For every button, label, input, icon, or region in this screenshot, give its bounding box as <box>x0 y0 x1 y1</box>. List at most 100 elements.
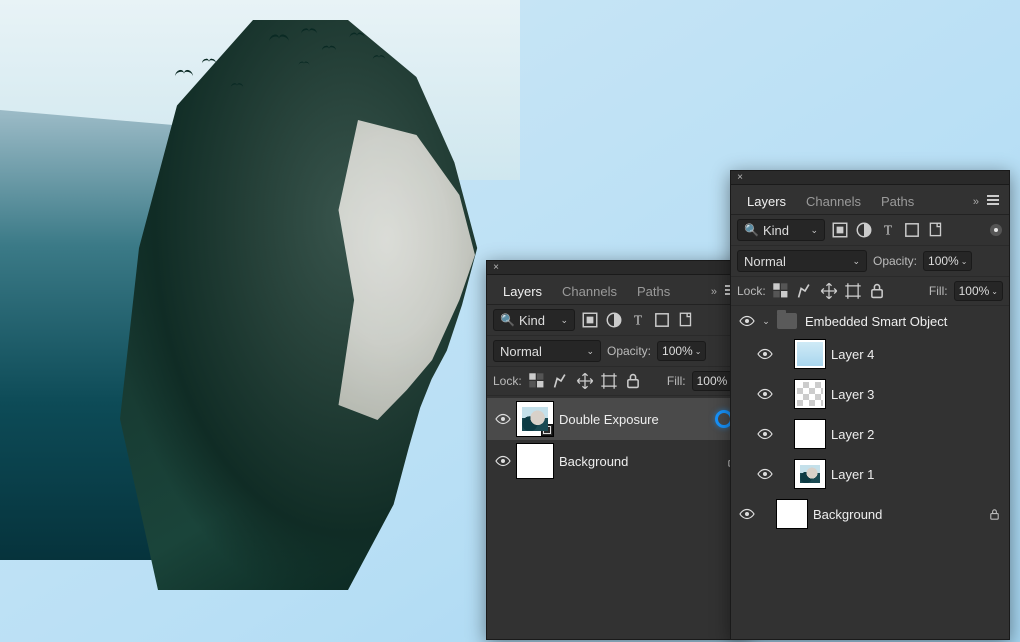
lock-transparency-icon[interactable] <box>528 372 546 390</box>
filter-kind-label: Kind <box>519 313 545 328</box>
blend-opacity-row: Normal ⌄ Opacity: 100% ⌄ <box>487 336 747 367</box>
filter-pixel-icon[interactable] <box>831 221 849 239</box>
filter-adjustment-icon[interactable] <box>605 311 623 329</box>
visibility-icon[interactable] <box>739 506 755 522</box>
layer-name[interactable]: Double Exposure <box>559 412 659 427</box>
filter-shape-icon[interactable] <box>903 221 921 239</box>
chevron-down-icon: ⌄ <box>560 315 568 326</box>
blend-opacity-row: Normal ⌄ Opacity: 100% ⌄ <box>731 246 1009 277</box>
filter-kind-dropdown[interactable]: 🔍 Kind ⌄ <box>493 309 575 331</box>
disclosure-icon[interactable]: ⌄ <box>761 316 771 327</box>
bird-icon <box>175 70 193 78</box>
layer-row[interactable]: Background <box>487 440 747 482</box>
tab-paths[interactable]: Paths <box>627 278 680 305</box>
lock-icon[interactable] <box>988 508 1001 521</box>
close-icon[interactable]: × <box>491 263 501 273</box>
chevron-down-icon: ⌄ <box>810 225 818 236</box>
filter-row: 🔍 Kind ⌄ T <box>731 215 1009 246</box>
tab-layers[interactable]: Layers <box>493 278 552 305</box>
close-icon[interactable]: × <box>735 173 745 183</box>
search-icon: 🔍 <box>744 223 759 237</box>
visibility-icon[interactable] <box>757 386 773 402</box>
filter-kind-dropdown[interactable]: 🔍 Kind ⌄ <box>737 219 825 241</box>
panel-titlebar[interactable]: × <box>731 171 1009 185</box>
collapse-chevrons-icon[interactable]: » <box>707 286 721 298</box>
filter-type-icon[interactable]: T <box>879 221 897 239</box>
bird-icon <box>202 59 216 65</box>
tab-layers[interactable]: Layers <box>737 188 796 215</box>
opacity-label: Opacity: <box>607 344 651 358</box>
layer-row[interactable]: Background <box>731 494 1009 534</box>
filter-adjustment-icon[interactable] <box>855 221 873 239</box>
layer-thumbnail[interactable] <box>777 500 807 528</box>
flyout-menu-icon[interactable] <box>983 195 1003 208</box>
panel-titlebar[interactable]: × <box>487 261 747 275</box>
layer-group-row[interactable]: ⌄ Embedded Smart Object <box>731 308 1009 334</box>
layer-name[interactable]: Background <box>559 454 628 469</box>
bird-icon <box>269 35 289 44</box>
layer-row[interactable]: Layer 1 <box>731 454 1009 494</box>
filter-type-icon[interactable]: T <box>629 311 647 329</box>
layer-name[interactable]: Background <box>813 507 882 522</box>
smart-object-badge-icon <box>541 424 553 436</box>
search-icon: 🔍 <box>500 313 515 327</box>
chevron-down-icon: ⌄ <box>852 256 860 267</box>
layers-panel-large: × Layers Channels Paths » 🔍 Kind ⌄ T Nor… <box>730 170 1010 640</box>
layer-thumbnail[interactable] <box>795 420 825 448</box>
layer-name[interactable]: Layer 2 <box>831 427 874 442</box>
fill-label: Fill: <box>929 284 948 298</box>
filter-toggle-icon[interactable] <box>989 223 1003 237</box>
filter-pixel-icon[interactable] <box>581 311 599 329</box>
chevron-down-icon: ⌄ <box>961 257 968 266</box>
lock-artboard-icon[interactable] <box>600 372 618 390</box>
canvas-artwork <box>0 0 520 642</box>
lock-pixels-icon[interactable] <box>796 282 814 300</box>
lock-all-icon[interactable] <box>868 282 886 300</box>
layer-name[interactable]: Layer 3 <box>831 387 874 402</box>
visibility-icon[interactable] <box>757 466 773 482</box>
tab-channels[interactable]: Channels <box>796 188 871 215</box>
layer-thumbnail[interactable] <box>795 380 825 408</box>
collapse-chevrons-icon[interactable]: » <box>969 196 983 208</box>
panel-tabs: Layers Channels Paths » <box>731 185 1009 215</box>
layer-row[interactable]: Double Exposure <box>487 398 747 440</box>
filter-smart-icon[interactable] <box>677 311 695 329</box>
chevron-down-icon: ⌄ <box>695 347 702 356</box>
opacity-field[interactable]: 100% ⌄ <box>923 251 972 271</box>
lock-pixels-icon[interactable] <box>552 372 570 390</box>
lock-artboard-icon[interactable] <box>844 282 862 300</box>
group-name[interactable]: Embedded Smart Object <box>805 314 947 329</box>
fill-label: Fill: <box>667 374 686 388</box>
lock-position-icon[interactable] <box>820 282 838 300</box>
layer-thumbnail[interactable] <box>795 340 825 368</box>
visibility-icon[interactable] <box>739 313 755 329</box>
layer-thumbnail[interactable] <box>517 402 553 436</box>
tab-channels[interactable]: Channels <box>552 278 627 305</box>
layer-thumbnail[interactable] <box>795 460 825 488</box>
fill-field[interactable]: 100% ⌄ <box>954 281 1003 301</box>
visibility-icon[interactable] <box>757 346 773 362</box>
layer-row[interactable]: Layer 2 <box>731 414 1009 454</box>
lock-position-icon[interactable] <box>576 372 594 390</box>
filter-shape-icon[interactable] <box>653 311 671 329</box>
layer-row[interactable]: Layer 4 <box>731 334 1009 374</box>
bird-icon <box>322 46 336 52</box>
filter-smart-icon[interactable] <box>927 221 945 239</box>
visibility-icon[interactable] <box>495 453 511 469</box>
lock-transparency-icon[interactable] <box>772 282 790 300</box>
blend-mode-dropdown[interactable]: Normal ⌄ <box>737 250 867 272</box>
filter-kind-label: Kind <box>763 223 789 238</box>
svg-text:T: T <box>634 313 643 328</box>
tab-paths[interactable]: Paths <box>871 188 924 215</box>
visibility-icon[interactable] <box>495 411 511 427</box>
layer-name[interactable]: Layer 1 <box>831 467 874 482</box>
layer-row[interactable]: Layer 3 <box>731 374 1009 414</box>
layer-name[interactable]: Layer 4 <box>831 347 874 362</box>
blend-mode-dropdown[interactable]: Normal ⌄ <box>493 340 601 362</box>
opacity-field[interactable]: 100% ⌄ <box>657 341 706 361</box>
lock-all-icon[interactable] <box>624 372 642 390</box>
opacity-label: Opacity: <box>873 254 917 268</box>
lock-fill-row: Lock: Fill: 100% ⌄ <box>487 367 747 396</box>
layer-thumbnail[interactable] <box>517 444 553 478</box>
visibility-icon[interactable] <box>757 426 773 442</box>
